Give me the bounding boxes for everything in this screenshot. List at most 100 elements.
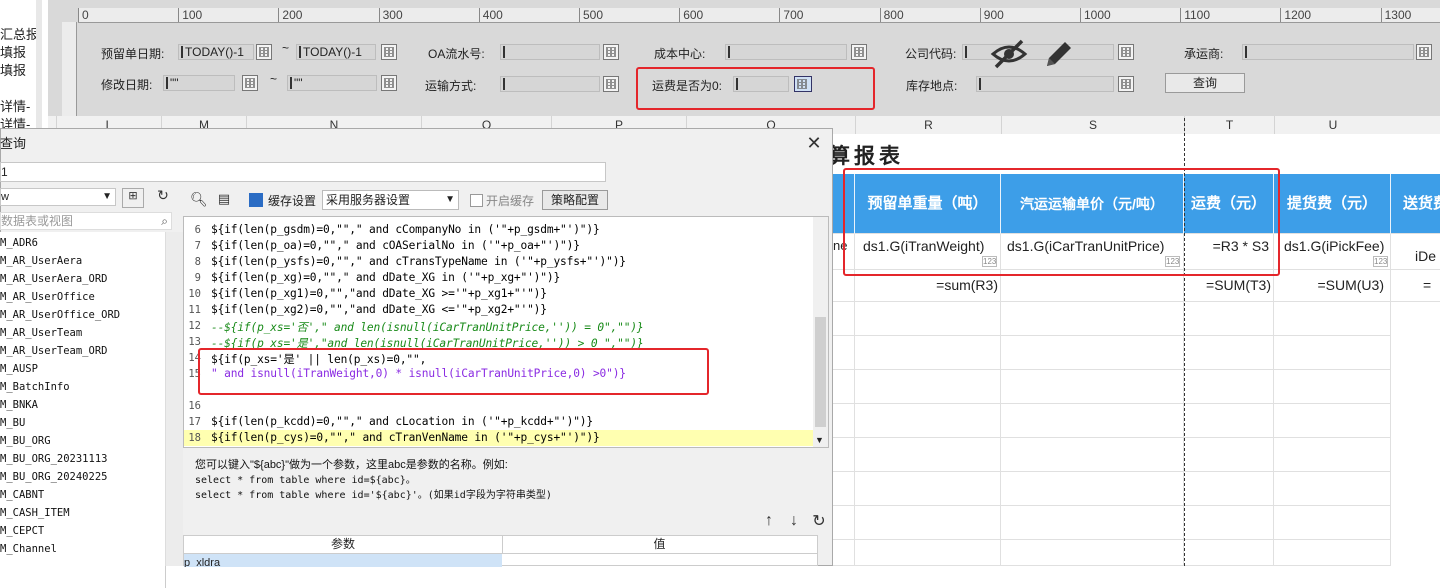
grid-cell[interactable] (1274, 336, 1391, 370)
grid-cell[interactable] (1184, 472, 1274, 506)
dropdown-icon[interactable] (603, 76, 619, 92)
list-item[interactable]: M_BU (0, 417, 25, 429)
code-line[interactable]: ${if(len(p_ysfs)=0,""," and cTransTypeNa… (211, 255, 626, 268)
value-column-header[interactable]: 值 (502, 536, 817, 554)
code-line[interactable]: ${if(len(p_kcdd)=0,""," and cLocation in… (211, 415, 593, 428)
dataset-name-input[interactable]: 1 (0, 162, 606, 182)
code-line[interactable]: ${if(len(p_xg1)=0,"","and dDate_XG >='"+… (211, 287, 547, 300)
grid-cell[interactable] (1184, 336, 1274, 370)
grid-cell[interactable] (1184, 438, 1274, 472)
code-line[interactable]: ${if(len(p_gsdm)=0,""," and cCompanyNo i… (211, 223, 600, 236)
grid-cell[interactable] (855, 336, 1001, 370)
header-cell-pickup-fee[interactable]: 提货费（元） (1274, 174, 1391, 234)
code-line[interactable]: ${if(len(p_xg2)=0,"","and dDate_XG <='"+… (211, 303, 547, 316)
list-item[interactable]: M_Channel (0, 543, 57, 555)
nav-scrollbar[interactable] (36, 0, 42, 130)
grid-cell[interactable] (833, 404, 855, 438)
preview-icon[interactable]: 🔍︎ (190, 191, 208, 208)
scrollbar-thumb[interactable] (815, 317, 826, 427)
close-icon[interactable]: ✕ (806, 134, 822, 152)
list-item[interactable]: M_ADR6 (0, 237, 38, 249)
column-header-S[interactable]: S (1001, 116, 1184, 134)
grid-cell[interactable] (1274, 404, 1391, 438)
cell-V3[interactable]: iDe (1391, 234, 1440, 270)
code-line[interactable]: ${if(len(p_cys)=0,""," and cTranVenName … (211, 431, 600, 444)
row-stub-cell[interactable]: ne (833, 234, 855, 270)
grid-cell[interactable] (1184, 302, 1274, 336)
list-item[interactable]: M_CEPCT (0, 525, 44, 537)
code-line[interactable]: ${if(p_xs='是' || len(p_xs)=0,"", (211, 351, 426, 367)
param-row[interactable]: p_xldra (184, 554, 502, 567)
list-item[interactable]: M_BU_ORG_20240225 (0, 471, 107, 483)
code-line[interactable]: ${if(len(p_xg)=0,""," and dDate_XG in ('… (211, 271, 560, 284)
sql-editor-scrollbar[interactable]: ▼ (813, 217, 828, 447)
strategy-config-button[interactable]: 策略配置 (542, 190, 608, 210)
nav-label[interactable]: 详情- (0, 96, 30, 115)
cell-S3[interactable]: ds1.G(iCarTranUnitPrice) (1001, 234, 1184, 270)
transport-mode-field[interactable] (500, 76, 600, 92)
grid-cell[interactable] (1001, 302, 1184, 336)
list-item[interactable]: M_CASH_ITEM (0, 507, 70, 519)
grid-cell[interactable] (1001, 506, 1184, 540)
preorder-date-to-field[interactable]: TODAY()-1 (296, 44, 376, 60)
dropdown-icon[interactable] (1118, 76, 1134, 92)
calendar-icon[interactable] (381, 75, 397, 91)
column-header-R[interactable]: R (855, 116, 1001, 134)
code-line[interactable]: " and isnull(iTranWeight,0) * isnull(iCa… (211, 367, 626, 380)
cost-center-field[interactable] (725, 44, 847, 60)
list-item[interactable]: M_AR_UserTeam_ORD (0, 345, 107, 357)
grid-cell[interactable] (1001, 404, 1184, 438)
eye-slash-icon[interactable] (990, 38, 1028, 70)
nav-label[interactable]: 汇总报 (0, 24, 39, 43)
list-item[interactable]: M_AR_UserTeam (0, 327, 82, 339)
header-cell-freight[interactable]: 运费（元） (1184, 174, 1274, 234)
header-cell-delivery-fee[interactable]: 送货费 (1391, 174, 1440, 234)
list-item[interactable]: M_AR_UserAera (0, 255, 82, 267)
grid-cell[interactable] (855, 438, 1001, 472)
calendar-icon[interactable] (242, 75, 258, 91)
column-header-U[interactable]: U (1274, 116, 1391, 134)
cell-R3[interactable]: ds1.G(iTranWeight) (855, 234, 1001, 270)
carrier-field[interactable] (1242, 44, 1414, 60)
column-header-T[interactable]: T (1184, 116, 1274, 134)
grid-cell[interactable] (833, 336, 855, 370)
freight-zero-field[interactable] (733, 76, 789, 92)
modify-date-to-field[interactable]: "" (287, 75, 377, 91)
stock-location-field[interactable] (976, 76, 1114, 92)
grid-cell[interactable] (855, 506, 1001, 540)
grid-cell[interactable] (855, 302, 1001, 336)
nav-label[interactable]: 填报 (0, 42, 26, 61)
grid-cell[interactable] (833, 302, 855, 336)
table-list-scrollbar[interactable] (165, 232, 183, 566)
cell-T4[interactable]: =SUM(T3) (1184, 270, 1274, 302)
cache-mode-select[interactable]: 采用服务器设置 ▼ (322, 190, 459, 210)
dropdown-icon[interactable] (603, 44, 619, 60)
header-cell-unit-price[interactable]: 汽运运输单价（元/吨） (1001, 174, 1184, 234)
calendar-icon[interactable] (381, 44, 397, 60)
dropdown-icon[interactable] (851, 44, 867, 60)
cell-S4[interactable] (1001, 270, 1184, 302)
param-column-header[interactable]: 参数 (184, 536, 503, 554)
grid-cell[interactable] (1274, 506, 1391, 540)
list-item[interactable]: M_BU_ORG_20231113 (0, 453, 107, 465)
grid-cell[interactable] (1274, 540, 1391, 566)
table-browse-icon[interactable]: ⊞ (122, 188, 144, 208)
grid-cell[interactable] (1001, 472, 1184, 506)
grid-cell[interactable] (855, 472, 1001, 506)
calendar-icon[interactable] (256, 44, 272, 60)
grid-cell[interactable] (833, 472, 855, 506)
modify-date-from-field[interactable]: "" (163, 75, 235, 91)
header-cell-stub[interactable] (833, 174, 855, 234)
grid-cell[interactable] (1184, 370, 1274, 404)
oa-serial-field[interactable] (500, 44, 600, 60)
refresh-icon[interactable]: ↻ (811, 511, 827, 531)
list-item[interactable]: M_BatchInfo (0, 381, 70, 393)
list-item[interactable]: M_AR_UserAera_ORD (0, 273, 107, 285)
dropdown-icon[interactable] (1118, 44, 1134, 60)
grid-cell[interactable] (1184, 506, 1274, 540)
grid-cell[interactable] (1274, 302, 1391, 336)
list-item[interactable]: M_CABNT (0, 489, 44, 501)
grid-cell[interactable] (1184, 404, 1274, 438)
nav-label[interactable]: 填报 (0, 60, 26, 79)
grid-cell[interactable] (855, 370, 1001, 404)
